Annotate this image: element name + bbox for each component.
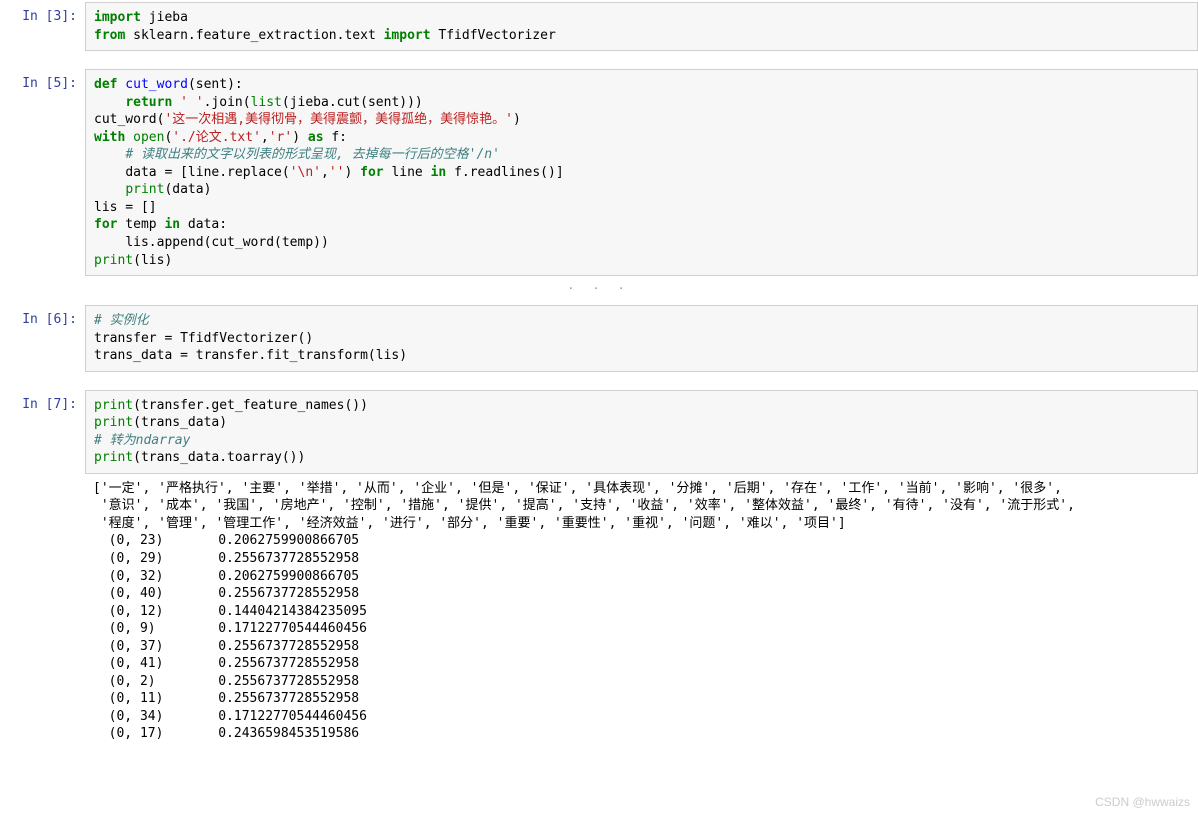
code-line: lis = [] xyxy=(94,199,1189,217)
collapsed-output-ellipsis[interactable]: . . . xyxy=(0,276,1198,299)
code-line: print(trans_data) xyxy=(94,414,1189,432)
prompt-in-6: In [6]: xyxy=(0,305,85,372)
code-line: return ' '.join(list(jieba.cut(sent))) xyxy=(94,94,1189,112)
code-line: print(data) xyxy=(94,181,1189,199)
output-cell-7: ['一定', '严格执行', '主要', '举措', '从而', '企业', '… xyxy=(0,476,1198,747)
code-line: with open('./论文.txt','r') as f: xyxy=(94,129,1189,147)
code-line: cut_word('这一次相遇,美得彻骨，美得震颤，美得孤绝，美得惊艳。') xyxy=(94,111,1189,129)
watermark: CSDN @hwwaizs xyxy=(1095,794,1190,810)
code-line: transfer = TfidfVectorizer() xyxy=(94,330,1189,348)
code-line: trans_data = transfer.fit_transform(lis) xyxy=(94,347,1189,365)
prompt-in-5: In [5]: xyxy=(0,69,85,276)
code-input-6[interactable]: # 实例化 transfer = TfidfVectorizer() trans… xyxy=(85,305,1198,372)
code-input-7[interactable]: print(transfer.get_feature_names()) prin… xyxy=(85,390,1198,474)
code-line: from sklearn.feature_extraction.text imp… xyxy=(94,27,1189,45)
code-cell-6: In [6]: # 实例化 transfer = TfidfVectorizer… xyxy=(0,305,1198,372)
code-line: print(trans_data.toarray()) xyxy=(94,449,1189,467)
output-area-7: ['一定', '严格执行', '主要', '举措', '从而', '企业', '… xyxy=(85,476,1198,747)
code-line: for temp in data: xyxy=(94,216,1189,234)
code-cell-7: In [7]: print(transfer.get_feature_names… xyxy=(0,390,1198,474)
code-input-5[interactable]: def cut_word(sent): return ' '.join(list… xyxy=(85,69,1198,276)
code-line: import jieba xyxy=(94,9,1189,27)
code-line: # 转为ndarray xyxy=(94,432,1189,450)
code-cell-5: In [5]: def cut_word(sent): return ' '.j… xyxy=(0,69,1198,276)
code-line: # 读取出来的文字以列表的形式呈现, 去掉每一行后的空格'/n' xyxy=(94,146,1189,164)
prompt-in-3: In [3]: xyxy=(0,2,85,51)
code-line: def cut_word(sent): xyxy=(94,76,1189,94)
code-input-3[interactable]: import jieba from sklearn.feature_extrac… xyxy=(85,2,1198,51)
code-line: print(lis) xyxy=(94,252,1189,270)
code-line: lis.append(cut_word(temp)) xyxy=(94,234,1189,252)
prompt-in-7: In [7]: xyxy=(0,390,85,474)
code-line: # 实例化 xyxy=(94,312,1189,330)
code-line: print(transfer.get_feature_names()) xyxy=(94,397,1189,415)
code-line: data = [line.replace('\n','') for line i… xyxy=(94,164,1189,182)
code-cell-3: In [3]: import jieba from sklearn.featur… xyxy=(0,2,1198,51)
prompt-out-7 xyxy=(0,476,85,747)
